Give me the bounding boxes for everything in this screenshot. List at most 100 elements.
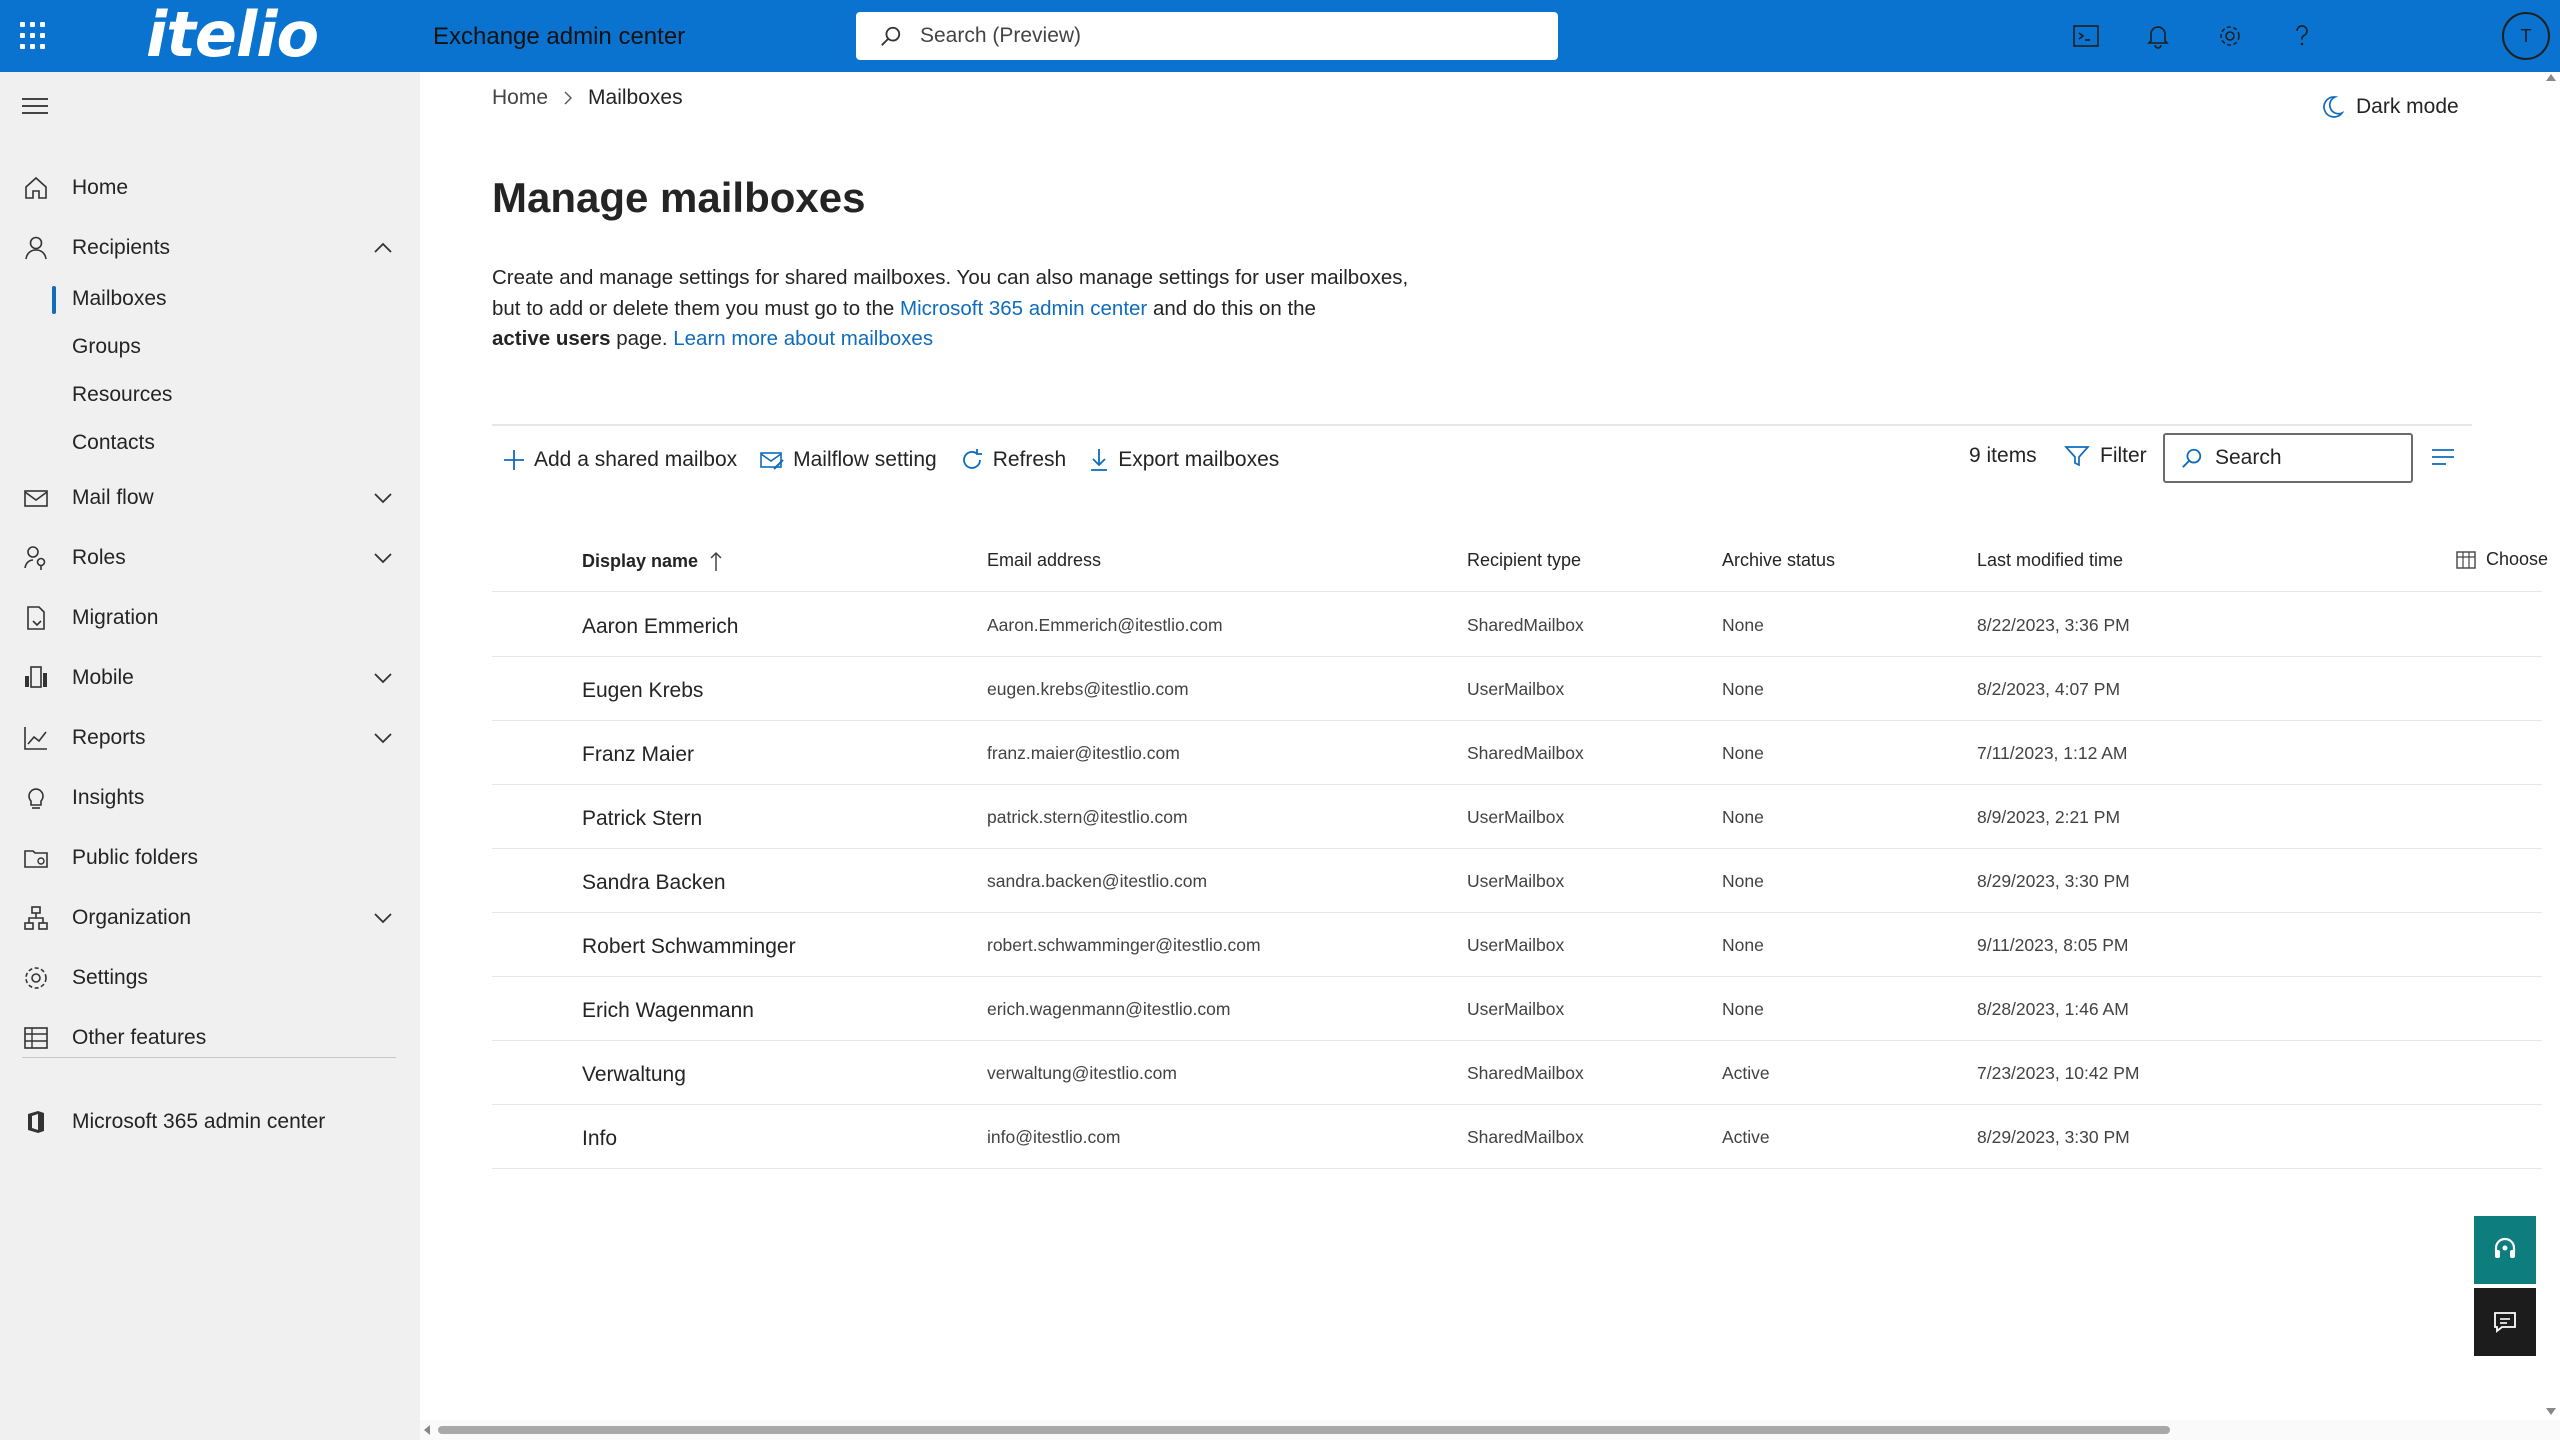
- column-header-archive-status[interactable]: Archive status: [1722, 550, 1835, 571]
- nav-item-migration[interactable]: Migration: [0, 592, 420, 644]
- table-row[interactable]: Franz Maier franz.maier@itestlio.com Sha…: [492, 721, 2542, 785]
- chevron-up-icon[interactable]: [372, 237, 394, 259]
- collapse-nav-icon[interactable]: [22, 98, 48, 118]
- table-row[interactable]: Robert Schwamminger robert.schwamminger@…: [492, 913, 2542, 977]
- chevron-down-icon[interactable]: [372, 487, 394, 509]
- column-header-last-modified[interactable]: Last modified time: [1977, 550, 2123, 571]
- brand-logo[interactable]: itelio: [146, 0, 319, 72]
- global-search-box[interactable]: [856, 12, 1558, 60]
- bell-icon[interactable]: [2140, 18, 2176, 54]
- person-icon: [25, 236, 47, 260]
- dark-mode-toggle[interactable]: Dark mode: [2320, 94, 2459, 120]
- filter-button[interactable]: Filter: [2064, 444, 2147, 468]
- cell-recipient-type: SharedMailbox: [1467, 615, 1584, 635]
- terminal-icon[interactable]: [2068, 18, 2104, 54]
- view-options-icon[interactable]: [2430, 446, 2456, 468]
- horizontal-scrollbar[interactable]: [420, 1420, 2560, 1440]
- nav-item-home[interactable]: Home: [0, 162, 420, 214]
- horizontal-scroll-thumb[interactable]: [438, 1426, 2170, 1434]
- cell-display-name[interactable]: Erich Wagenmann: [582, 977, 754, 1041]
- refresh-button[interactable]: Refresh: [959, 447, 1066, 473]
- feedback-button[interactable]: [2474, 1288, 2536, 1356]
- help-icon[interactable]: [2284, 18, 2320, 54]
- nav-item-mail-flow[interactable]: Mail flow: [0, 472, 420, 524]
- export-mailboxes-label: Export mailboxes: [1118, 448, 1280, 471]
- table-row[interactable]: Erich Wagenmann erich.wagenmann@itestlio…: [492, 977, 2542, 1041]
- table-row[interactable]: Eugen Krebs eugen.krebs@itestlio.com Use…: [492, 657, 2542, 721]
- filter-icon: [2064, 446, 2090, 467]
- table-row[interactable]: Patrick Stern patrick.stern@itestlio.com…: [492, 785, 2542, 849]
- nav-item-settings[interactable]: Settings: [0, 952, 420, 1004]
- command-bar-divider: [492, 424, 2472, 426]
- scroll-down-arrow[interactable]: [2546, 1408, 2556, 1415]
- chevron-down-icon[interactable]: [372, 907, 394, 929]
- add-shared-mailbox-button[interactable]: Add a shared mailbox: [502, 448, 737, 472]
- choose-columns-button[interactable]: Choose: [2456, 549, 2548, 570]
- cell-display-name[interactable]: Robert Schwamminger: [582, 913, 796, 977]
- chevron-down-icon[interactable]: [372, 547, 394, 569]
- nav-item-insights[interactable]: Insights: [0, 772, 420, 824]
- nav-item-recipients[interactable]: Recipients: [0, 222, 420, 274]
- table-row[interactable]: Aaron Emmerich Aaron.Emmerich@itestlio.c…: [492, 593, 2542, 657]
- user-avatar[interactable]: T: [2502, 12, 2550, 60]
- table-search-box[interactable]: [2163, 433, 2413, 483]
- column-header-recipient-type[interactable]: Recipient type: [1467, 550, 1581, 571]
- table-row[interactable]: Info info@itestlio.com SharedMailbox Act…: [492, 1105, 2542, 1169]
- nav-item-organization[interactable]: Organization: [0, 892, 420, 944]
- table-row[interactable]: Sandra Backen sandra.backen@itestlio.com…: [492, 849, 2542, 913]
- cell-recipient-type: UserMailbox: [1467, 807, 1565, 827]
- nav-item-mobile[interactable]: Mobile: [0, 652, 420, 704]
- learn-more-link[interactable]: Learn more about mailboxes: [673, 327, 933, 350]
- scroll-up-arrow[interactable]: [2546, 74, 2556, 81]
- app-title[interactable]: Exchange admin center: [433, 0, 685, 72]
- chevron-down-icon[interactable]: [372, 727, 394, 749]
- breadcrumb-current: Mailboxes: [588, 86, 683, 109]
- mail-icon: [24, 490, 48, 507]
- cell-display-name[interactable]: Info: [582, 1105, 617, 1169]
- headset-icon: [2494, 1237, 2516, 1258]
- cell-archive-status: None: [1722, 679, 1764, 699]
- global-search-input[interactable]: [920, 24, 1520, 48]
- nav-item-label: Organization: [72, 906, 192, 929]
- mailflow-setting-label: Mailflow setting: [793, 448, 937, 471]
- gear-icon[interactable]: [2212, 18, 2248, 54]
- breadcrumb-home-link[interactable]: Home: [492, 86, 548, 110]
- sidebar-item-resources[interactable]: Resources: [0, 372, 420, 418]
- nav-item-m365-admin-center[interactable]: Microsoft 365 admin center: [0, 1096, 420, 1148]
- scroll-left-arrow[interactable]: [424, 1425, 430, 1435]
- sidebar-item-mailboxes[interactable]: Mailboxes: [0, 276, 420, 322]
- column-header-display-name[interactable]: Display name: [582, 550, 722, 572]
- cell-recipient-type: SharedMailbox: [1467, 1127, 1584, 1147]
- plus-icon: [504, 450, 524, 470]
- cell-display-name[interactable]: Eugen Krebs: [582, 657, 703, 721]
- app-launcher-icon[interactable]: [20, 22, 48, 50]
- cell-display-name[interactable]: Patrick Stern: [582, 785, 702, 849]
- dark-mode-label: Dark mode: [2356, 95, 2459, 118]
- cell-email: erich.wagenmann@itestlio.com: [987, 999, 1231, 1019]
- page-title: Manage mailboxes: [492, 174, 866, 221]
- nav-item-label: Roles: [72, 546, 126, 569]
- nav-item-label: Reports: [72, 726, 146, 749]
- cell-email: patrick.stern@itestlio.com: [987, 807, 1188, 827]
- sidebar-item-groups[interactable]: Groups: [0, 324, 420, 370]
- nav-item-roles[interactable]: Roles: [0, 532, 420, 584]
- table-row[interactable]: Verwaltung verwaltung@itestlio.com Share…: [492, 1041, 2542, 1105]
- export-mailboxes-button[interactable]: Export mailboxes: [1088, 447, 1279, 473]
- support-button[interactable]: [2474, 1216, 2536, 1284]
- m365-admin-center-link[interactable]: Microsoft 365 admin center: [900, 297, 1147, 320]
- download-icon: [1091, 449, 1108, 471]
- mailflow-setting-button[interactable]: Mailflow setting: [759, 448, 937, 472]
- table-search-input[interactable]: [2215, 446, 2405, 470]
- cell-display-name[interactable]: Verwaltung: [582, 1041, 686, 1105]
- cell-display-name[interactable]: Aaron Emmerich: [582, 593, 738, 657]
- sub-item-label: Mailboxes: [72, 287, 167, 310]
- gear-icon: [25, 967, 47, 989]
- cell-display-name[interactable]: Franz Maier: [582, 721, 694, 785]
- cell-display-name[interactable]: Sandra Backen: [582, 849, 726, 913]
- nav-item-public-folders[interactable]: Public folders: [0, 832, 420, 884]
- column-header-email-address[interactable]: Email address: [987, 550, 1101, 571]
- nav-item-reports[interactable]: Reports: [0, 712, 420, 764]
- sort-ascending-icon: [710, 551, 722, 571]
- chevron-down-icon[interactable]: [372, 667, 394, 689]
- sidebar-item-contacts[interactable]: Contacts: [0, 420, 420, 466]
